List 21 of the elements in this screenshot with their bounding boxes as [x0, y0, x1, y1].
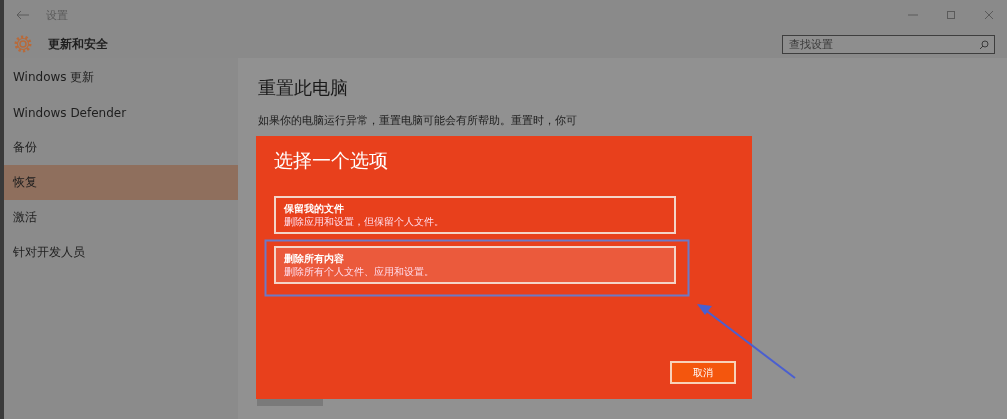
section-heading: 重置此电脑	[258, 76, 349, 100]
cancel-button[interactable]: 取消	[670, 361, 736, 384]
sidebar-item[interactable]: 激活	[4, 200, 238, 235]
option-description: 删除所有个人文件、应用和设置。	[284, 265, 435, 278]
search-field[interactable]: 查找设置	[782, 34, 995, 54]
dialog-title: 选择一个选项	[274, 148, 389, 173]
sidebar-item[interactable]: Windows Defender	[4, 95, 238, 130]
option-card[interactable]: 删除所有内容 删除所有个人文件、应用和设置。	[274, 246, 676, 284]
gear-icon	[13, 34, 33, 54]
sidebar-item[interactable]: 针对开发人员	[4, 235, 238, 270]
sidebar-item[interactable]: 备份	[4, 130, 238, 165]
option-description: 删除应用和设置，但保留个人文件。	[284, 215, 445, 228]
option-card[interactable]: 保留我的文件 删除应用和设置，但保留个人文件。	[274, 196, 676, 234]
option-title: 保留我的文件	[284, 202, 345, 215]
back-arrow-icon[interactable]	[16, 10, 30, 20]
sidebar-item[interactable]: Windows 更新	[4, 60, 238, 95]
search-icon[interactable]	[979, 39, 989, 50]
description-text: 如果你的电脑运行异常，重置电脑可能会有所帮助。重置时，你可	[258, 114, 578, 127]
page-title: 更新和安全	[48, 35, 108, 53]
sidebar-item[interactable]: 恢复	[4, 165, 238, 200]
option-title: 删除所有内容	[284, 252, 345, 265]
